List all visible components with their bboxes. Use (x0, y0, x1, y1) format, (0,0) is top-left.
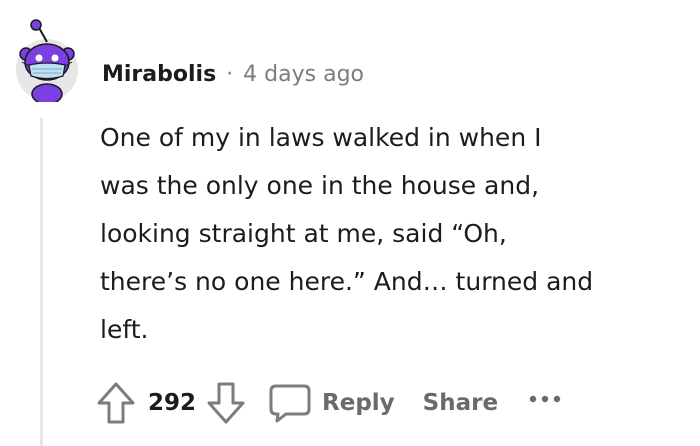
thread-line[interactable] (40, 118, 43, 446)
upvote-button[interactable] (96, 381, 136, 425)
reply-button[interactable]: Reply (268, 383, 395, 423)
vote-count: 292 (148, 390, 197, 416)
timestamp[interactable]: 4 days ago (243, 62, 364, 87)
downvote-button[interactable] (206, 381, 246, 425)
user-avatar[interactable] (14, 18, 80, 105)
comment-line: left. (100, 315, 149, 344)
speech-bubble-icon (269, 384, 311, 423)
arrow-down-icon (207, 382, 245, 424)
comment-line: One of my in laws walked in when I (100, 123, 542, 152)
share-label: Share (422, 390, 499, 416)
comment-body: One of my in laws walked in when I was t… (100, 114, 690, 354)
reply-label: Reply (322, 390, 395, 416)
snoo-avatar-icon (16, 19, 78, 105)
comment-actions: 292 Reply Share (96, 380, 562, 426)
arrow-up-icon (97, 382, 135, 424)
username[interactable]: Mirabolis (102, 62, 216, 87)
comment-line: there’s no one here.” And… turned and (100, 267, 594, 296)
more-dots-icon (529, 395, 561, 403)
comment-header: Mirabolis · 4 days ago (102, 56, 364, 92)
share-button[interactable]: Share (423, 390, 498, 416)
meta-separator: · (226, 61, 234, 87)
more-options-button[interactable] (528, 394, 562, 404)
comment-line: was the only one in the house and, (100, 171, 540, 200)
comment-line: looking straight at me, said “Oh, (100, 219, 507, 248)
